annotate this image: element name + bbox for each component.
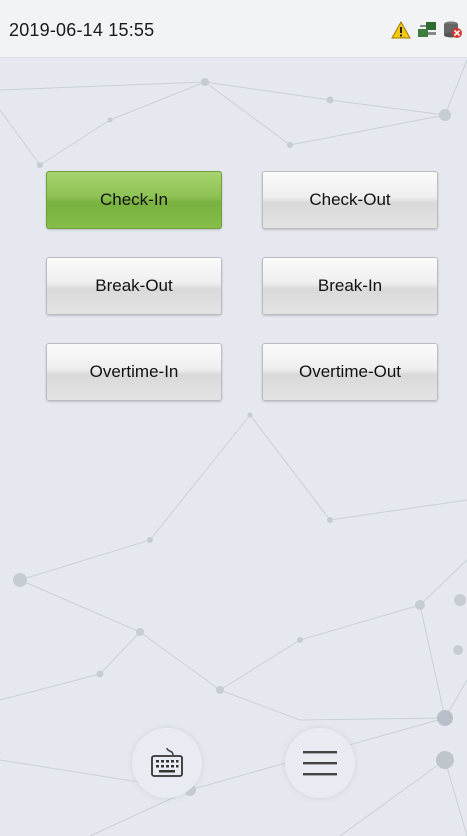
menu-button[interactable] <box>285 728 355 798</box>
keyboard-button[interactable] <box>132 728 202 798</box>
keyboard-icon <box>151 747 183 777</box>
database-error-icon <box>443 21 463 39</box>
menu-icon <box>303 751 337 776</box>
break-in-button[interactable]: Break-In <box>262 257 438 315</box>
warning-icon <box>391 21 411 39</box>
overtime-out-button[interactable]: Overtime-Out <box>262 343 438 401</box>
check-in-button[interactable]: Check-In <box>46 171 222 229</box>
status-bar: 2019-06-14 15:55 <box>0 0 467 58</box>
break-out-button[interactable]: Break-Out <box>46 257 222 315</box>
datetime-display: 2019-06-14 15:55 <box>9 20 155 40</box>
network-background <box>0 0 467 836</box>
status-icons <box>391 21 463 39</box>
check-out-button[interactable]: Check-Out <box>262 171 438 229</box>
network-icon <box>417 21 437 39</box>
overtime-in-button[interactable]: Overtime-In <box>46 343 222 401</box>
